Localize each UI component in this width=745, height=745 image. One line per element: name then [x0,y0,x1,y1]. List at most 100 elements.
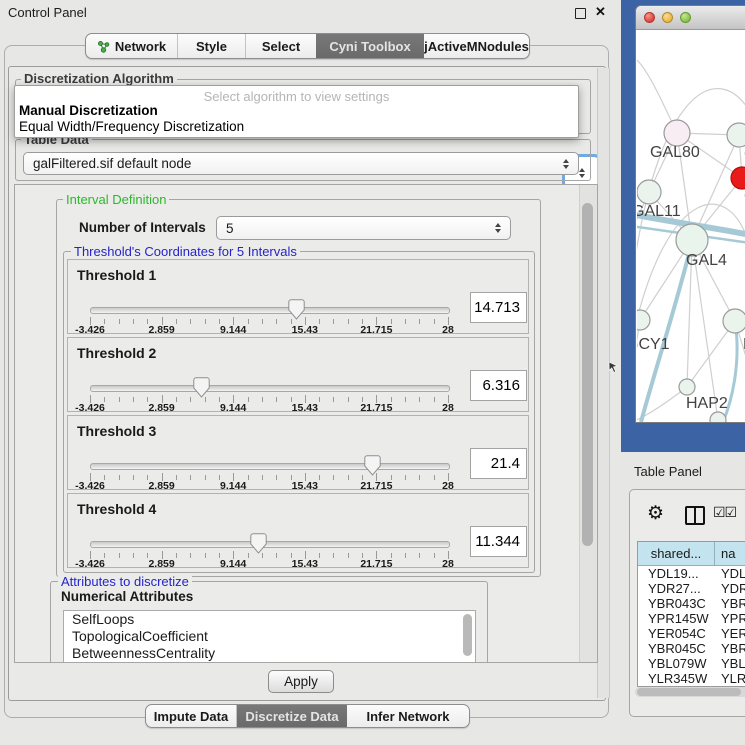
thresholds-stack: Threshold 1 -3.4262.8599.14415.4321.71528… [63,259,529,571]
tab-label: jActiveMNodules [424,39,529,54]
threshold-3-slider-thumb[interactable] [364,455,381,476]
tab-cyni-toolbox[interactable]: Cyni Toolbox [316,34,424,58]
table-row[interactable]: YDL19...YDL1 [638,566,745,581]
slider-tick-labels: -3.4262.8599.14415.4321.71528 [90,558,448,569]
node-label-gal80: GAL80 [650,144,700,161]
threshold-2-value-field[interactable] [470,370,527,401]
threshold-4-slider-thumb[interactable] [250,533,267,554]
close-traffic-light-icon[interactable] [644,12,655,23]
attributes-area: SelfLoopsTopologicalCoefficientBetweenne… [50,581,488,662]
close-icon[interactable]: ✕ [595,4,606,20]
threshold-1-slider-thumb[interactable] [288,299,305,320]
inner-scrollbar-thumb[interactable] [582,203,593,546]
tab-label: Style [196,39,227,54]
algorithm-prompt: Select algorithm to view settings [15,89,578,104]
node-label-gal11: GAL11 [637,203,681,220]
node-gal11[interactable] [637,180,661,204]
cell-name: YBR0 [715,641,745,656]
list-item-topologicalcoefficient[interactable]: TopologicalCoefficient [64,628,475,645]
network-window-titlebar[interactable] [636,6,745,30]
tab-discretize-data[interactable]: Discretize Data [237,705,347,727]
node-label-gal4: GAL4 [686,252,727,269]
list-scrollbar-thumb[interactable] [463,614,472,656]
cell-name: YDR2 [715,581,745,596]
list-item-selfloops[interactable]: SelfLoops [64,611,475,628]
gear-icon[interactable]: ⚙ [647,502,664,525]
table-row[interactable]: YBR045CYBR0 [638,641,745,656]
table-window: ⚙ ☑☑ shared... na YDL19...YDL1YDR27...YD… [629,489,745,717]
threshold-4-slider-track[interactable] [90,541,450,548]
threshold-label: Threshold 1 [77,267,156,283]
cell-shared-name: YER054C [638,626,715,641]
node-h[interactable] [723,309,745,333]
table-hscrollbar-track[interactable] [635,687,745,697]
columns-icon[interactable] [685,506,705,525]
combo-stepper-icon [558,159,574,169]
interval-definition-title: Interval Definition [63,193,169,206]
slider-thumb-icon [193,377,210,398]
table-row[interactable]: YLR345WYLR3 [638,671,745,686]
tab-label: Select [262,39,300,54]
zoom-traffic-light-icon[interactable] [680,12,691,23]
minimize-traffic-light-icon[interactable] [662,12,673,23]
list-item-betweennesscentrality[interactable]: BetweennessCentrality [64,645,475,662]
column-header-name[interactable]: na [715,542,745,566]
tab-network[interactable]: Network [86,34,178,58]
threshold-2-slider-thumb[interactable] [193,377,210,398]
tab-impute-data[interactable]: Impute Data [146,705,237,727]
menu-item-equal-width-frequency[interactable]: Equal Width/Frequency Discretization [19,119,244,134]
node-hap2[interactable] [679,379,695,395]
tab-style[interactable]: Style [178,34,246,58]
threshold-label: Threshold 2 [77,345,156,361]
outer-scrollbar-track[interactable] [597,68,610,698]
table-row[interactable]: YDR27...YDR2 [638,581,745,596]
threshold-1-slider-track[interactable] [90,307,450,314]
threshold-3-value-field[interactable] [470,448,527,479]
cell-shared-name: YPR145W [638,611,715,626]
settings-scroll-panel: Interval Definition Number of Intervals … [14,184,598,663]
table-row[interactable]: YPR145WYPR1 [638,611,745,626]
threshold-3-panel: Threshold 3-3.4262.8599.14415.4321.71528 [67,415,529,490]
threshold-4-value-field[interactable] [470,526,527,557]
menu-item-manual-discretization[interactable]: Manual Discretization [19,103,158,118]
threshold-1-value-field[interactable] [470,292,527,323]
node-top-right[interactable] [727,123,745,147]
thresholds-group-title: Threshold's Coordinates for 5 Intervals [71,245,300,258]
algorithm-group-title: Discretization Algorithm [21,72,177,85]
column-header-shared-name[interactable]: shared... [638,542,715,566]
threshold-2-slider-track[interactable] [90,385,450,392]
cell-name: YER0 [715,626,745,641]
tab-infer-network[interactable]: Infer Network [347,705,469,727]
cell-name: YLR3 [715,671,745,686]
cell-shared-name: YDL19... [638,566,715,581]
network-view-window[interactable]: GAL80 G C GAL11 GAL4 GCY1 H HAP2 [635,5,745,423]
select-checkboxes-icon[interactable]: ☑☑ [713,504,736,521]
cell-name: YDL1 [715,566,745,581]
num-intervals-combo[interactable]: 5 [216,216,511,240]
tab-jactivemnodules[interactable]: jActiveMNodules [424,34,529,58]
threshold-2-panel: Threshold 2-3.4262.8599.14415.4321.71528 [67,337,529,412]
node-attribute-table[interactable]: shared... na YDL19...YDL1YDR27...YDR2YBR… [637,541,745,687]
float-window-icon[interactable] [575,8,586,19]
numerical-attributes-list[interactable]: SelfLoopsTopologicalCoefficientBetweenne… [63,610,476,663]
table-data-combo-value: galFiltered.sif default node [24,156,558,171]
apply-button[interactable]: Apply [268,670,334,693]
threshold-4-panel: Threshold 4-3.4262.8599.14415.4321.71528 [67,493,529,568]
tab-select[interactable]: Select [246,34,316,58]
node-gcy1[interactable] [637,310,650,330]
table-data-combo[interactable]: galFiltered.sif default node [23,152,579,175]
network-canvas[interactable]: GAL80 G C GAL11 GAL4 GCY1 H HAP2 [637,30,745,422]
node-bottom-partial[interactable] [710,412,726,422]
table-row[interactable]: YBR043CYBR0 [638,596,745,611]
table-panel-title: Table Panel [634,464,702,479]
table-hscrollbar-thumb[interactable] [637,688,741,696]
node-selected-red[interactable] [731,167,745,189]
table-row[interactable]: YER054CYER0 [638,626,745,641]
slider-thumb-icon [364,455,381,476]
cell-shared-name: YDR27... [638,581,715,596]
threshold-3-slider-track[interactable] [90,463,450,470]
cell-name: YBL0 [715,656,745,671]
node-gal80[interactable] [664,120,690,146]
cell-name: YPR1 [715,611,745,626]
table-row[interactable]: YBL079WYBL0 [638,656,745,671]
